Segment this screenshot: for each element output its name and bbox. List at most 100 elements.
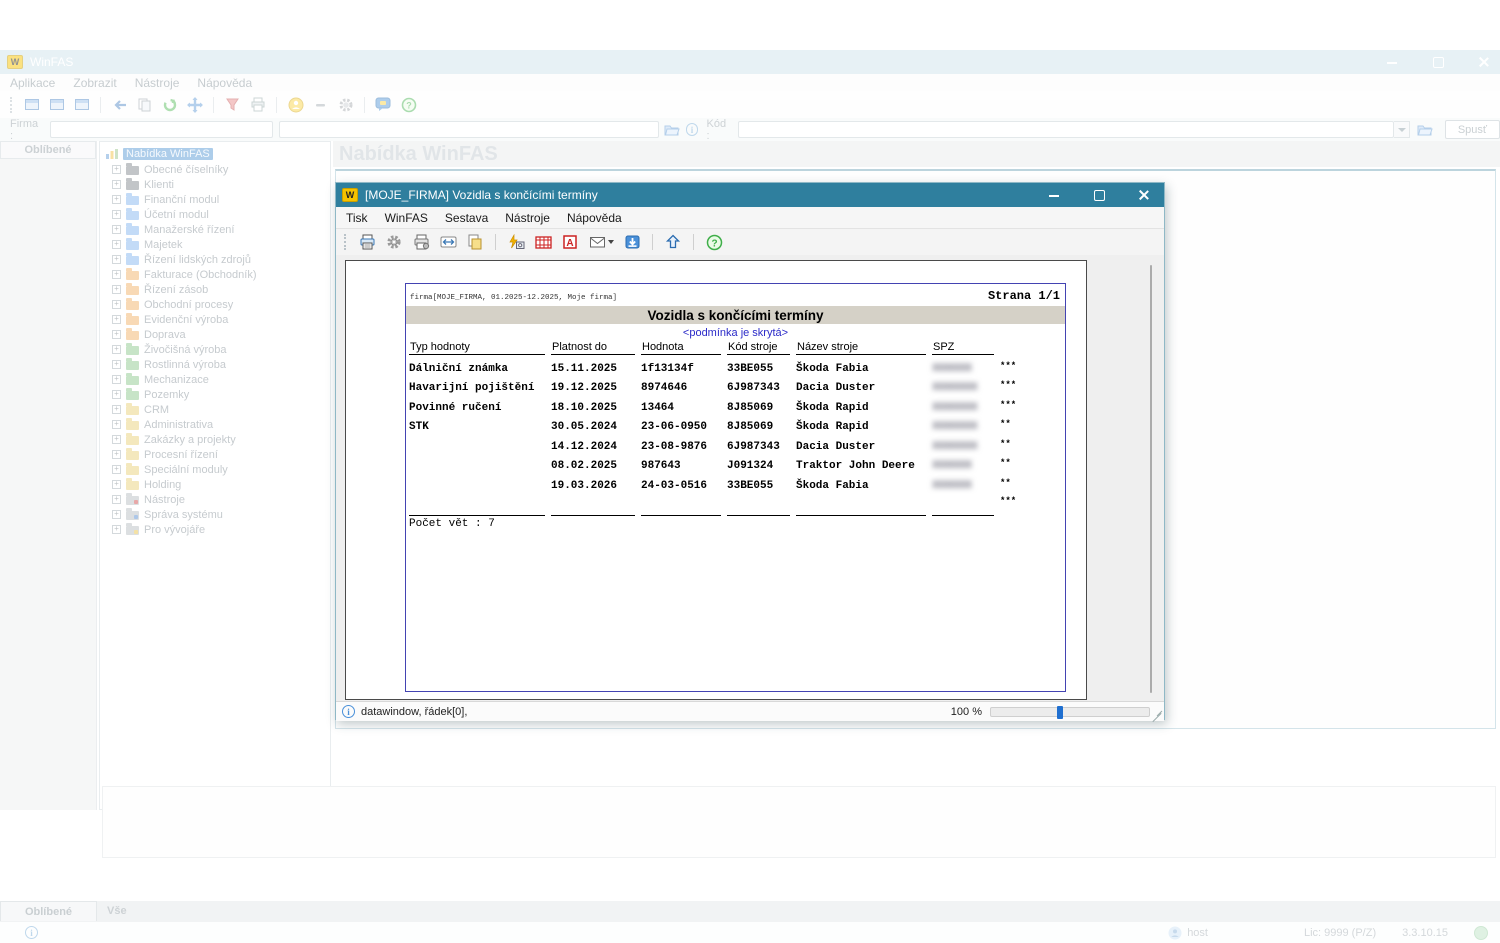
tree-item[interactable]: Obecné číselníky xyxy=(100,162,330,177)
tree-item[interactable]: Holding xyxy=(100,477,330,492)
help-icon[interactable]: ? xyxy=(704,233,724,252)
tree-item[interactable]: Speciální moduly xyxy=(100,462,330,477)
tree-item-label[interactable]: Správa systému xyxy=(144,509,223,521)
expand-icon[interactable] xyxy=(112,195,121,204)
expand-icon[interactable] xyxy=(112,360,121,369)
film-grid-icon[interactable] xyxy=(533,233,553,252)
pdf-export-icon[interactable]: A xyxy=(560,233,580,252)
resize-grip-icon[interactable] xyxy=(1152,709,1163,720)
expand-icon[interactable] xyxy=(112,255,121,264)
tree-item[interactable]: CRM xyxy=(100,402,330,417)
menu-item[interactable]: Nástroje xyxy=(505,211,550,225)
tree-item-label[interactable]: Rostlinná výroba xyxy=(144,359,226,371)
expand-icon[interactable] xyxy=(112,345,121,354)
menu-item[interactable]: Nápověda xyxy=(197,76,252,90)
expand-icon[interactable] xyxy=(112,315,121,324)
tree-item[interactable]: Rostlinná výroba xyxy=(100,357,330,372)
settings-icon[interactable] xyxy=(336,96,355,113)
print-icon[interactable] xyxy=(248,96,267,113)
tree-root-label[interactable]: Nabídka WinFAS xyxy=(123,148,213,160)
user-icon[interactable] xyxy=(286,96,305,113)
firma-name-input[interactable] xyxy=(279,121,659,138)
expand-icon[interactable] xyxy=(112,330,121,339)
tree-item-label[interactable]: Mechanizace xyxy=(144,374,209,386)
tree-item-label[interactable]: Obecné číselníky xyxy=(144,164,228,176)
tree-item-label[interactable]: Speciální moduly xyxy=(144,464,228,476)
dash-icon[interactable] xyxy=(311,96,330,113)
tree-item-label[interactable]: Pro vývojáře xyxy=(144,524,205,536)
expand-icon[interactable] xyxy=(112,390,121,399)
window-horizontal-icon[interactable] xyxy=(72,96,91,113)
tree-item[interactable]: Pro vývojáře xyxy=(100,522,330,537)
expand-icon[interactable] xyxy=(112,525,121,534)
tree-item-label[interactable]: Manažerské řízení xyxy=(144,224,234,236)
copy-page-icon[interactable] xyxy=(465,233,485,252)
save-archive-icon[interactable] xyxy=(622,233,642,252)
tree-item-label[interactable]: Řízení lidských zdrojů xyxy=(144,254,251,266)
firma-code-input[interactable] xyxy=(50,121,273,138)
expand-icon[interactable] xyxy=(112,480,121,489)
print-settings-icon[interactable] xyxy=(384,233,404,252)
vertical-scrollbar[interactable] xyxy=(1150,265,1152,693)
mail-icon[interactable] xyxy=(587,233,615,252)
tree-item[interactable]: Procesní řízení xyxy=(100,447,330,462)
window-tile-icon[interactable] xyxy=(47,96,66,113)
tree-item[interactable]: Správa systému xyxy=(100,507,330,522)
expand-icon[interactable] xyxy=(112,210,121,219)
expand-icon[interactable] xyxy=(112,225,121,234)
tree-item-label[interactable]: Pozemky xyxy=(144,389,189,401)
expand-icon[interactable] xyxy=(112,435,121,444)
tab-all[interactable]: Vše xyxy=(107,905,127,917)
tree-item-label[interactable]: Doprava xyxy=(144,329,186,341)
help-icon[interactable]: ? xyxy=(399,96,418,113)
tree-item-label[interactable]: Evidenční výroba xyxy=(144,314,228,326)
expand-icon[interactable] xyxy=(112,510,121,519)
print-setup-icon[interactable] xyxy=(411,233,431,252)
snapshot-icon[interactable] xyxy=(506,233,526,252)
expand-icon[interactable] xyxy=(112,165,121,174)
close-icon[interactable] xyxy=(1478,56,1490,68)
menu-item[interactable]: WinFAS xyxy=(385,211,428,225)
tree-item-label[interactable]: Procesní řízení xyxy=(144,449,218,461)
tree-item-label[interactable]: Holding xyxy=(144,479,181,491)
tree-item[interactable]: Zakázky a projekty xyxy=(100,432,330,447)
tree-item-label[interactable]: Finanční modul xyxy=(144,194,219,206)
menu-item[interactable]: Tisk xyxy=(346,211,368,225)
expand-icon[interactable] xyxy=(112,495,121,504)
tree-item[interactable]: Účetní modul xyxy=(100,207,330,222)
expand-icon[interactable] xyxy=(112,270,121,279)
export-up-icon[interactable] xyxy=(663,233,683,252)
kod-input[interactable] xyxy=(738,121,1394,138)
expand-icon[interactable] xyxy=(112,300,121,309)
page-width-icon[interactable] xyxy=(438,233,458,252)
tree-item-label[interactable]: Klienti xyxy=(144,179,174,191)
kod-dropdown-icon[interactable] xyxy=(1394,121,1410,138)
tree-item-label[interactable]: Zakázky a projekty xyxy=(144,434,236,446)
run-button[interactable]: Spusť xyxy=(1445,120,1500,139)
tree-item[interactable]: Majetek xyxy=(100,237,330,252)
zoom-slider-thumb[interactable] xyxy=(1057,706,1063,719)
tree-item[interactable]: Pozemky xyxy=(100,387,330,402)
maximize-icon[interactable] xyxy=(1093,189,1105,201)
tree-item-label[interactable]: Účetní modul xyxy=(144,209,209,221)
maximize-icon[interactable] xyxy=(1432,56,1444,68)
tree-item[interactable]: Živočišná výroba xyxy=(100,342,330,357)
expand-icon[interactable] xyxy=(112,450,121,459)
refresh-icon[interactable] xyxy=(160,96,179,113)
favorites-header[interactable]: Oblíbené xyxy=(0,141,96,159)
tree-item[interactable]: Nástroje xyxy=(100,492,330,507)
expand-icon[interactable] xyxy=(112,180,121,189)
tree-item-label[interactable]: Řízení zásob xyxy=(144,284,208,296)
tree-item-label[interactable]: Nástroje xyxy=(144,494,185,506)
tree-item-label[interactable]: Obchodní procesy xyxy=(144,299,233,311)
chat-icon[interactable] xyxy=(374,96,393,113)
tree-item[interactable]: Fakturace (Obchodník) xyxy=(100,267,330,282)
expand-icon[interactable] xyxy=(112,375,121,384)
tab-favorites[interactable]: Oblíbené xyxy=(0,901,97,921)
minimize-icon[interactable] xyxy=(1048,189,1060,201)
tree-item[interactable]: Finanční modul xyxy=(100,192,330,207)
tree-item[interactable]: Řízení zásob xyxy=(100,282,330,297)
tree-item[interactable]: Administrativa xyxy=(100,417,330,432)
move-icon[interactable] xyxy=(185,96,204,113)
copy-icon[interactable] xyxy=(135,96,154,113)
